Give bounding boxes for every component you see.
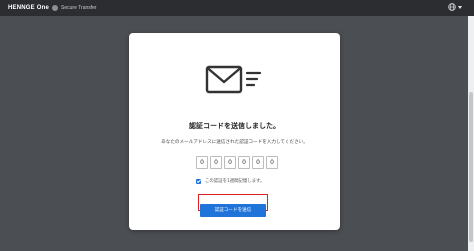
code-digit-input[interactable]	[266, 156, 278, 169]
scrollbar-thumb[interactable]	[469, 92, 473, 242]
language-selector[interactable]	[448, 3, 462, 11]
remember-label: この認証を1週間記憶します。	[205, 179, 265, 184]
code-digit-input[interactable]	[238, 156, 250, 169]
chevron-down-icon	[458, 5, 462, 9]
code-digit-input[interactable]	[196, 156, 208, 169]
mail-sent-icon	[205, 64, 265, 104]
code-input-group	[196, 156, 278, 169]
product-name: Secure Transfer	[61, 5, 97, 11]
globe-icon	[448, 3, 456, 11]
code-digit-input[interactable]	[252, 156, 264, 169]
code-digit-input[interactable]	[224, 156, 236, 169]
dialog-description: あなたのメールアドレスに送信された認証コードを入力してください。	[161, 140, 308, 145]
remember-checkbox[interactable]	[196, 178, 201, 184]
verification-dialog: 認証コードを送信しました。 あなたのメールアドレスに送信された認証コードを入力し…	[129, 33, 340, 230]
remember-option[interactable]: この認証を1週間記憶します。	[196, 178, 264, 184]
top-bar: HENNGE One Secure Transfer	[0, 0, 474, 16]
submit-code-button[interactable]: 認証コードを送信	[200, 203, 266, 217]
brand-logo: HENNGE One	[8, 5, 50, 11]
product-dot-icon	[52, 5, 59, 11]
dialog-title: 認証コードを送信しました。	[189, 122, 280, 130]
code-digit-input[interactable]	[210, 156, 222, 169]
submit-highlight: 認証コードを送信	[198, 194, 268, 217]
